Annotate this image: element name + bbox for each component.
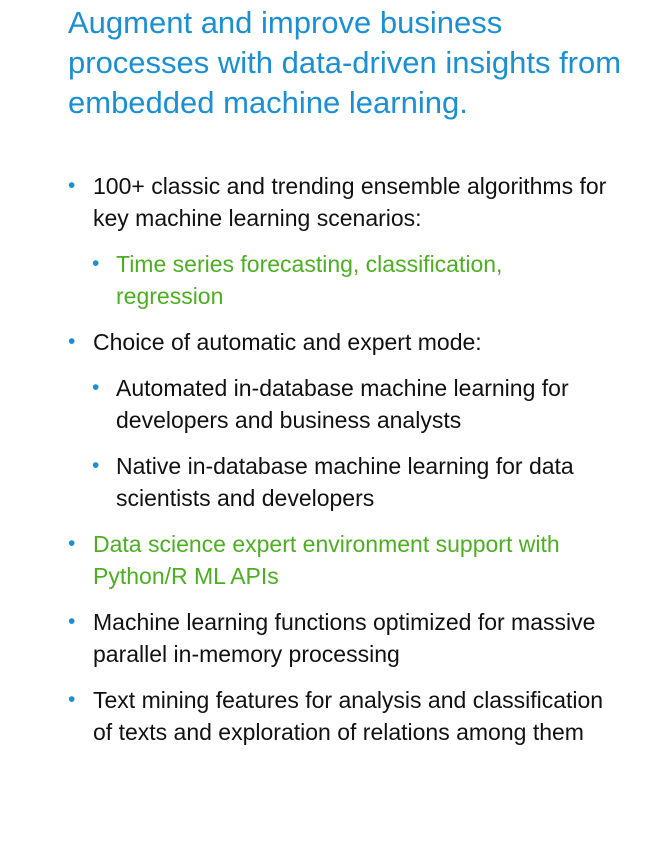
- slide-title: Augment and improve business processes w…: [68, 5, 622, 120]
- bullet-item-mode: • Choice of automatic and expert mode:: [68, 326, 613, 358]
- bullet-text: Automated in-database machine learning f…: [116, 375, 569, 433]
- bullet-text: Native in-database machine learning for …: [116, 453, 574, 511]
- bullet-dot-icon: •: [68, 610, 76, 633]
- bullet-item-ml-functions: • Machine learning functions optimized f…: [68, 606, 613, 670]
- bullet-text: Machine learning functions optimized for…: [93, 609, 596, 667]
- bullet-item-data-science: • Data science expert environment suppor…: [68, 528, 613, 592]
- bullet-dot-icon: •: [68, 532, 76, 555]
- bullet-text: Text mining features for analysis and cl…: [93, 687, 604, 745]
- bullet-item-text-mining: • Text mining features for analysis and …: [68, 684, 613, 748]
- sub-bullet-item-time-series: • Time series forecasting, classificatio…: [92, 248, 616, 312]
- bullet-text: Data science expert environment support …: [93, 531, 560, 589]
- bullet-text: Time series forecasting, classification,…: [116, 251, 503, 309]
- bullet-dot-icon: •: [92, 454, 100, 477]
- bullet-text: 100+ classic and trending ensemble algor…: [93, 173, 607, 231]
- bullet-dot-icon: •: [92, 376, 100, 399]
- bullet-dot-icon: •: [68, 688, 76, 711]
- bullet-text: Choice of automatic and expert mode:: [93, 329, 482, 355]
- bullet-item-algorithms: • 100+ classic and trending ensemble alg…: [68, 170, 613, 234]
- sub-bullet-item-native: • Native in-database machine learning fo…: [92, 450, 616, 514]
- bullet-list: • 100+ classic and trending ensemble alg…: [0, 170, 658, 748]
- bullet-dot-icon: •: [92, 252, 100, 275]
- bullet-dot-icon: •: [68, 330, 76, 353]
- bullet-dot-icon: •: [68, 174, 76, 197]
- sub-bullet-item-automated: • Automated in-database machine learning…: [92, 372, 616, 436]
